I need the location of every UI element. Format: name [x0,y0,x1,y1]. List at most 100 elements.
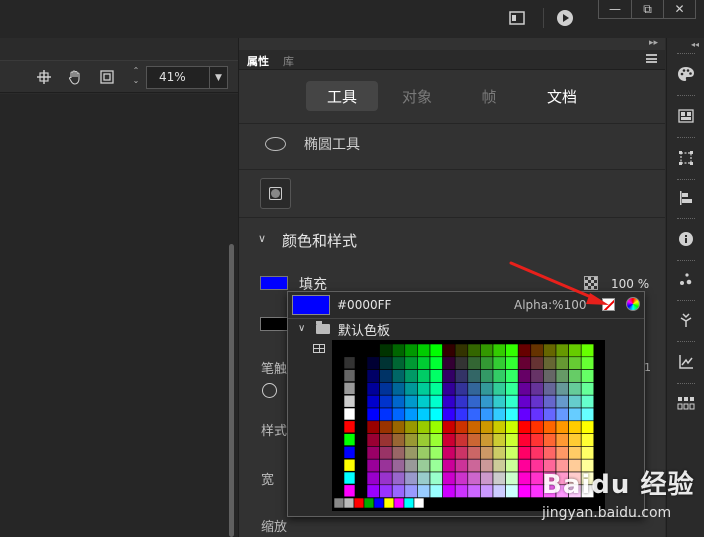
swatch[interactable] [492,343,506,358]
swatch[interactable] [580,394,595,409]
gradient-swatch[interactable] [413,497,425,509]
swatch[interactable] [580,433,595,447]
swatch[interactable] [505,394,519,409]
swatch[interactable] [404,394,418,409]
swatch[interactable] [517,394,532,409]
swatch[interactable] [492,446,506,460]
swatch[interactable] [343,471,356,485]
library-icon[interactable] [675,105,697,127]
swatch[interactable] [417,369,431,383]
swatch[interactable] [343,420,356,434]
swatch[interactable] [417,446,431,460]
swatch[interactable] [467,343,481,358]
close-button[interactable]: ✕ [663,0,695,18]
swatch[interactable] [555,420,569,434]
swatch[interactable] [467,420,481,434]
swatch[interactable] [417,382,431,396]
swatch[interactable] [391,420,406,434]
restore-button[interactable]: ⧉ [631,0,663,18]
swatch[interactable] [480,458,494,473]
swatch[interactable] [454,407,469,422]
swatch[interactable] [568,420,582,434]
swatch[interactable] [480,407,494,422]
swatch[interactable] [555,407,569,422]
swatch[interactable] [366,356,380,370]
swatch[interactable] [366,484,380,498]
swatch[interactable] [454,356,469,370]
swatch[interactable] [343,446,356,459]
swatch[interactable] [505,369,519,383]
swatch[interactable] [404,382,418,396]
tab-properties[interactable]: 属性 [247,53,269,69]
stroke-color-swatch[interactable] [260,317,288,331]
swatch[interactable] [429,471,443,486]
swatch[interactable] [517,343,532,358]
components-icon[interactable] [675,392,697,414]
swatch[interactable] [555,356,569,370]
swatch[interactable] [543,382,557,396]
swatch[interactable] [442,484,456,498]
swatch[interactable] [442,433,456,447]
swatch[interactable] [555,433,569,447]
swatch[interactable] [568,394,582,409]
swatch[interactable] [429,484,443,498]
transform-icon[interactable] [675,147,697,169]
swatch[interactable] [505,458,519,473]
swatch[interactable] [505,356,519,370]
tab-object[interactable]: 对象 [399,81,435,111]
fill-alpha-value[interactable]: 100 % [611,277,649,291]
swatch[interactable] [467,369,481,383]
swatch[interactable] [417,407,431,422]
swatch[interactable] [379,369,393,383]
swatch[interactable] [404,433,418,447]
swatch[interactable] [429,446,443,460]
swatch[interactable] [480,420,494,434]
swatch[interactable] [505,407,519,422]
swatch[interactable] [366,369,380,383]
swatch[interactable] [442,471,456,486]
swatch[interactable] [454,458,469,473]
swatch[interactable] [517,420,532,434]
swatch[interactable] [568,369,582,383]
swatch[interactable] [492,369,506,383]
swatch[interactable] [343,356,356,370]
swatch[interactable] [417,471,431,486]
swatch[interactable] [467,356,481,370]
swatch[interactable] [454,343,469,358]
swatch[interactable] [442,458,456,473]
swatch[interactable] [480,394,494,409]
fit-frame-icon[interactable] [98,68,116,86]
swatch[interactable] [417,343,431,358]
swatch[interactable] [379,407,393,422]
layout-icon[interactable] [508,9,526,27]
swatch[interactable] [404,343,418,358]
swatch[interactable] [505,382,519,396]
swatch[interactable] [517,382,532,396]
swatch[interactable] [454,446,469,460]
swatch[interactable] [404,471,418,486]
collapse-arrows-icon[interactable]: ▸▸ [649,38,658,48]
swatch[interactable] [580,343,595,358]
motion-icon[interactable] [675,268,697,290]
vertical-scrollbar[interactable] [229,244,234,537]
swatch[interactable] [480,433,494,447]
swatch[interactable] [480,471,494,486]
swatch[interactable] [442,382,456,396]
swatch[interactable] [480,369,494,383]
swatch[interactable] [543,407,557,422]
gradient-swatch[interactable] [383,497,395,509]
swatch[interactable] [467,407,481,422]
swatch[interactable] [492,420,506,434]
stroke-radio[interactable] [262,383,277,398]
hex-input[interactable]: #0000FF [337,298,391,312]
swatch[interactable] [543,369,557,383]
swatch[interactable] [366,394,380,409]
swatch[interactable] [366,458,380,473]
swatch[interactable] [404,446,418,460]
swatch[interactable] [530,407,544,422]
no-color-icon[interactable] [602,298,615,311]
object-drawing-button[interactable] [260,178,291,209]
swatch[interactable] [391,458,406,473]
tab-tool[interactable]: 工具 [306,81,378,111]
swatch[interactable] [343,369,356,382]
